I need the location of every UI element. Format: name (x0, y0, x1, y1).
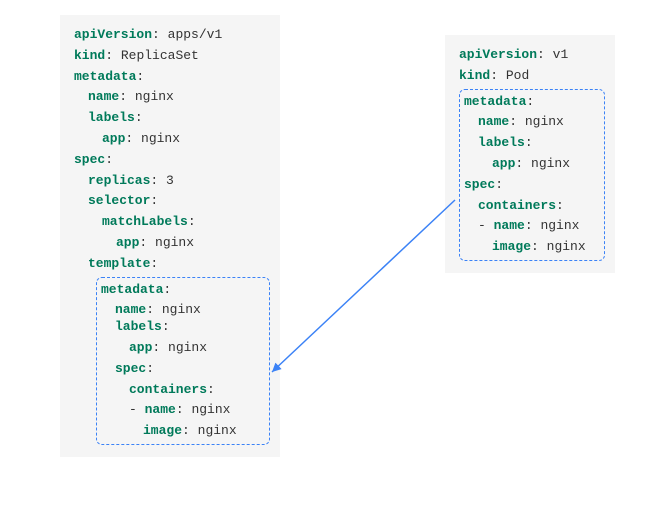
line: template: (74, 254, 266, 275)
val-app: nginx (168, 340, 207, 355)
line: name: nginx (74, 87, 266, 108)
key-apiVersion: apiVersion (459, 47, 537, 62)
val-kind: ReplicaSet (121, 48, 199, 63)
line: spec: (101, 359, 265, 380)
val-cname: nginx (540, 218, 579, 233)
val-apiVersion: v1 (553, 47, 569, 62)
key-app: app (492, 156, 515, 171)
key-app: app (129, 340, 152, 355)
key-name: name (88, 89, 119, 104)
line: metadata: (74, 67, 266, 88)
key-name: name (115, 302, 146, 317)
template-box: metadata: name: nginx labels: app: nginx… (96, 277, 270, 445)
key-replicas: replicas (88, 173, 150, 188)
val-image: nginx (547, 239, 586, 254)
line: spec: (464, 175, 600, 196)
line: spec: (74, 150, 266, 171)
key-spec: spec (464, 177, 495, 192)
pod-manifest: apiVersion: v1 kind: Pod metadata: name:… (445, 35, 615, 273)
key-app: app (102, 131, 125, 146)
val-kind: Pod (506, 68, 529, 83)
dash: - (478, 218, 494, 233)
key-name: name (478, 114, 509, 129)
line: metadata: (464, 92, 600, 113)
val-replicas: 3 (166, 173, 174, 188)
key-labels: labels (478, 135, 525, 150)
key-image: image (492, 239, 531, 254)
val-apiVersion: apps/v1 (168, 27, 223, 42)
key-labels: labels (88, 110, 135, 125)
key-containers: containers (478, 198, 556, 213)
key-name: name (145, 402, 176, 417)
key-spec: spec (74, 152, 105, 167)
line: apiVersion: v1 (459, 45, 601, 66)
line: - name: nginx (464, 216, 600, 237)
line: matchLabels: (74, 212, 266, 233)
val-app: nginx (155, 235, 194, 250)
val-name: nginx (162, 302, 201, 317)
key-metadata: metadata (464, 94, 526, 109)
line: image: nginx (101, 421, 265, 442)
val-app: nginx (531, 156, 570, 171)
line: metadata: (101, 280, 265, 301)
line: app: nginx (101, 338, 265, 359)
line: labels: (464, 133, 600, 154)
line: replicas: 3 (74, 171, 266, 192)
key-image: image (143, 423, 182, 438)
key-kind: kind (74, 48, 105, 63)
line: containers: (464, 196, 600, 217)
key-name: name (494, 218, 525, 233)
key-labels: labels (115, 319, 162, 334)
key-spec: spec (115, 361, 146, 376)
val-image: nginx (198, 423, 237, 438)
val-name: nginx (525, 114, 564, 129)
val-name: nginx (135, 89, 174, 104)
key-matchLabels: matchLabels (102, 214, 188, 229)
line: kind: Pod (459, 66, 601, 87)
key-selector: selector (88, 193, 150, 208)
pod-body-box: metadata: name: nginx labels: app: nginx… (459, 89, 605, 261)
line: image: nginx (464, 237, 600, 258)
line: kind: ReplicaSet (74, 46, 266, 67)
line: apiVersion: apps/v1 (74, 25, 266, 46)
line: app: nginx (74, 129, 266, 150)
key-metadata: metadata (101, 282, 163, 297)
key-app: app (116, 235, 139, 250)
key-metadata: metadata (74, 69, 136, 84)
line: - name: nginx (101, 400, 265, 421)
key-template: template (88, 256, 150, 271)
key-containers: containers (129, 382, 207, 397)
line: name: nginx (464, 112, 600, 133)
line: containers: (101, 380, 265, 401)
dash: - (129, 402, 145, 417)
line: app: nginx (74, 233, 266, 254)
line: selector: (74, 191, 266, 212)
replicaset-manifest: apiVersion: apps/v1 kind: ReplicaSet met… (60, 15, 280, 457)
val-cname: nginx (191, 402, 230, 417)
val-app: nginx (141, 131, 180, 146)
key-kind: kind (459, 68, 490, 83)
line: app: nginx (464, 154, 600, 175)
key-apiVersion: apiVersion (74, 27, 152, 42)
line: labels: (74, 108, 266, 129)
